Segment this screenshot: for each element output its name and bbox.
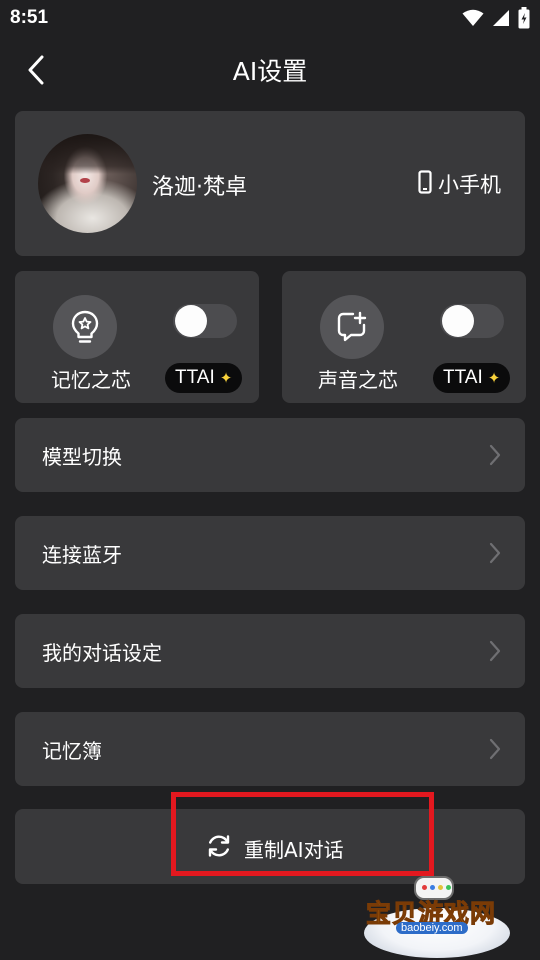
bulb-star-icon [53,295,117,359]
sparkle-icon: ✦ [487,368,501,387]
voice-core-toggle[interactable] [440,304,504,338]
memory-core-toggle[interactable] [173,304,237,338]
status-bar: 8:51 [0,0,540,36]
back-button[interactable] [18,52,54,88]
chevron-left-icon [28,55,44,85]
sparkle-icon: ✦ [219,368,233,387]
menu-item-model-switch[interactable]: 模型切换 [15,418,525,492]
profile-name: 洛迦·梵卓 [152,175,247,200]
watermark-logo: 宝贝游戏网 baobeiy.com [364,870,510,958]
phone-icon [418,170,432,198]
highlight-box [171,792,434,876]
chevron-right-icon [489,640,501,662]
header: AI设置 [0,44,540,96]
ttai-badge[interactable]: TTAI ✦ [165,363,243,393]
watermark-url: baobeiy.com [396,922,468,934]
page-title: AI设置 [232,57,308,86]
status-time: 8:51 [10,7,49,28]
menu-item-bluetooth[interactable]: 连接蓝牙 [15,516,525,590]
signal-icon [492,9,510,27]
wifi-icon [462,9,484,27]
menu-item-memory-book[interactable]: 记忆簿 [15,712,525,786]
menu-item-dialogue-settings[interactable]: 我的对话设定 [15,614,525,688]
status-icons [462,7,530,29]
feature-label: 记忆之芯 [51,368,131,392]
feature-label: 声音之芯 [318,368,398,392]
avatar[interactable] [38,134,137,233]
chevron-right-icon [489,738,501,760]
chevron-right-icon [489,542,501,564]
ttai-badge[interactable]: TTAI ✦ [433,363,511,393]
profile-card[interactable]: 洛迦·梵卓 小手机 [15,111,525,256]
device-label: 小手机 [438,173,501,197]
battery-icon [518,7,530,29]
device-selector[interactable]: 小手机 [418,169,501,199]
chat-plus-icon [320,295,384,359]
chevron-right-icon [489,444,501,466]
